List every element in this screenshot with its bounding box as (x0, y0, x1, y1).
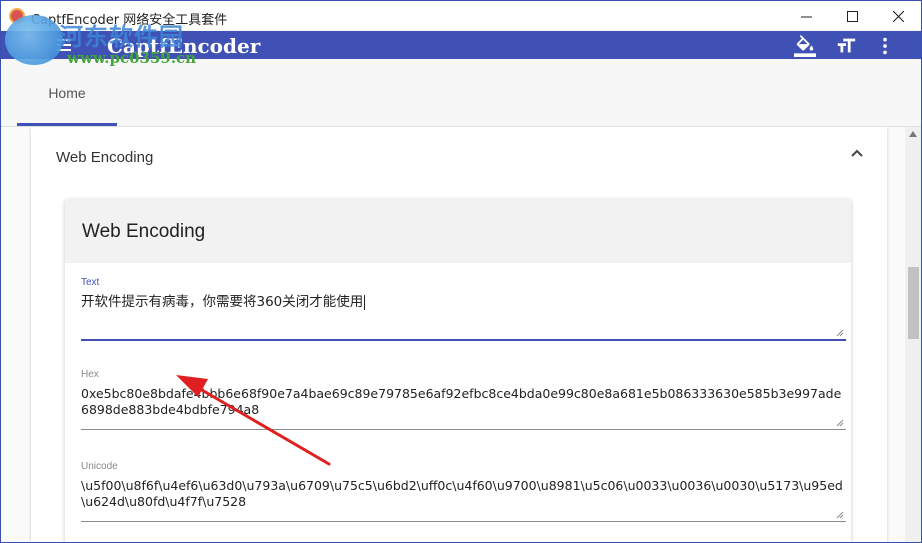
text-field-value[interactable]: 开软件提示有病毒，你需要将360关闭才能使用 (81, 294, 846, 310)
text-field-label: Text (81, 277, 100, 288)
close-icon (892, 10, 904, 22)
watermark-url: www.pc0359.cn (67, 49, 197, 67)
hex-field-label: Hex (81, 369, 99, 380)
watermark-text: 河东软件园 (59, 22, 184, 51)
vertical-scrollbar[interactable] (905, 127, 921, 542)
hex-field-underline (81, 429, 846, 430)
web-encoding-card: Web Encoding Text 开软件提示有病毒，你需要将360关闭才能使用… (65, 199, 851, 542)
unicode-field-value[interactable]: \u5f00\u8f6f\u4ef6\u63d0\u793a\u6709\u75… (81, 478, 846, 510)
unicode-field-label: Unicode (81, 461, 118, 472)
card-title: Web Encoding (82, 221, 206, 242)
maximize-icon (846, 10, 858, 22)
minimize-icon (800, 16, 812, 17)
close-button[interactable] (875, 1, 921, 31)
resize-handle-icon[interactable] (836, 329, 844, 337)
hex-field[interactable]: Hex 0xe5bc80e8bdafe4bbb6e68f90e7a4bae69c… (81, 369, 846, 435)
card-header: Web Encoding (65, 199, 851, 263)
text-field[interactable]: Text 开软件提示有病毒，你需要将360关闭才能使用 (81, 277, 846, 343)
panel-header[interactable]: Web Encoding (56, 149, 153, 166)
tab-bar: Home (1, 59, 921, 127)
text-size-icon[interactable] (835, 35, 857, 57)
tab-indicator (17, 123, 117, 126)
watermark-logo (5, 15, 63, 65)
chevron-up-icon[interactable] (849, 145, 865, 161)
maximize-button[interactable] (829, 1, 875, 31)
scroll-thumb[interactable] (908, 267, 919, 339)
main-content: Web Encoding Web Encoding Text 开软件提示有病毒，… (1, 127, 905, 542)
text-field-underline (81, 339, 846, 341)
more-vert-icon[interactable] (874, 35, 896, 57)
resize-handle-icon[interactable] (836, 419, 844, 427)
text-caret (364, 294, 366, 310)
app-window: CaptfEncoder 网络安全工具套件 CaptfEncoder 河东软件园… (0, 0, 922, 543)
unicode-field-underline (81, 521, 846, 522)
hex-field-value[interactable]: 0xe5bc80e8bdafe4bbb6e68f90e7a4bae69c89e7… (81, 386, 846, 418)
minimize-button[interactable] (783, 1, 829, 31)
paint-bucket-icon[interactable] (794, 35, 816, 57)
scroll-up-arrow-icon[interactable] (909, 131, 917, 137)
unicode-field[interactable]: Unicode \u5f00\u8f6f\u4ef6\u63d0\u793a\u… (81, 461, 846, 527)
resize-handle-icon[interactable] (836, 511, 844, 519)
expansion-panel: Web Encoding Web Encoding Text 开软件提示有病毒，… (31, 127, 887, 542)
tab-home[interactable]: Home (17, 59, 117, 127)
